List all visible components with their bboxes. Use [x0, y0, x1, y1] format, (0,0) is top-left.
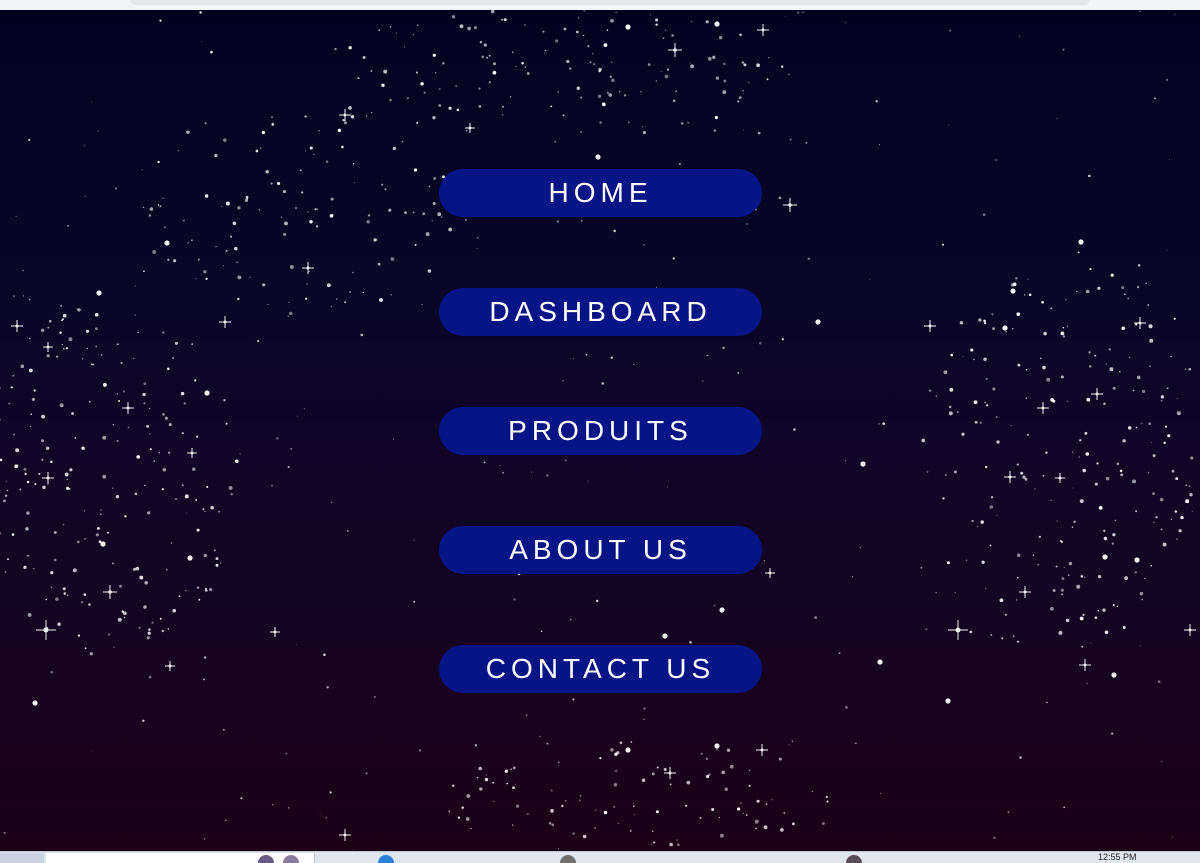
contact-us-button[interactable]: CONTACT US [439, 645, 762, 693]
browser-top-strip [0, 0, 1200, 10]
produits-button[interactable]: PRODUITS [439, 407, 762, 455]
taskbar: 12:55 PM [0, 851, 1200, 863]
home-button[interactable]: HOME [439, 169, 762, 217]
about-us-button[interactable]: ABOUT US [439, 526, 762, 574]
taskbar-clock: 12:55 PM [1098, 852, 1137, 862]
dashboard-button[interactable]: DASHBOARD [439, 288, 762, 336]
browser-address-area [130, 0, 1090, 5]
starry-background: HOME DASHBOARD PRODUITS ABOUT US CONTACT… [0, 10, 1200, 851]
main-menu: HOME DASHBOARD PRODUITS ABOUT US CONTACT… [439, 169, 762, 693]
